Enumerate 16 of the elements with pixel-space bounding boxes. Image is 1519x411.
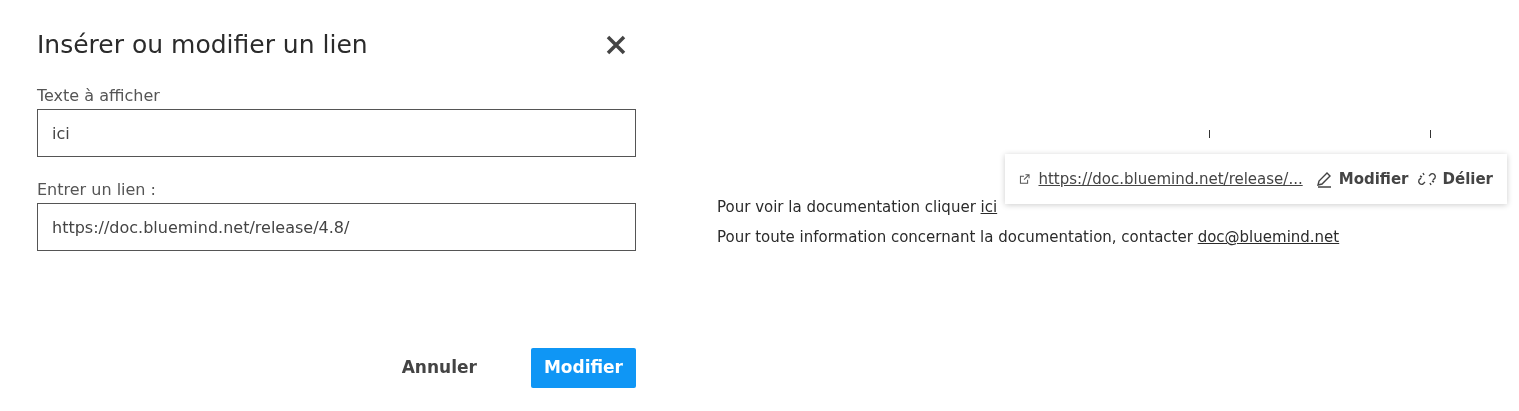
- field-label: Texte à afficher: [37, 85, 161, 107]
- link[interactable]: doc@bluemind.net: [1197, 228, 1340, 246]
- unlink-button[interactable]: Délier: [1416, 167, 1493, 191]
- link-url[interactable]: https://doc.bluemind.net/release/...: [1038, 167, 1303, 191]
- close-icon[interactable]: [606, 35, 626, 55]
- field-label: Entrer un lien :: [37, 179, 157, 201]
- external-link-icon: [1019, 171, 1031, 187]
- input-field[interactable]: https://doc.bluemind.net/release/4.8/: [37, 203, 636, 251]
- paragraph: Pour toute information concernant la documentation, contacter doc@bluemind.net: [717, 227, 1341, 248]
- broken-link-icon: [1416, 170, 1437, 188]
- input-field[interactable]: ici: [37, 109, 636, 157]
- edit-link-button[interactable]: Modifier: [1314, 167, 1409, 191]
- link[interactable]: ici: [980, 198, 998, 216]
- pencil-icon: [1314, 170, 1333, 188]
- dialog-title: Insérer ou modifier un lien: [37, 29, 368, 62]
- cancel-button[interactable]: Annuler: [375, 348, 503, 388]
